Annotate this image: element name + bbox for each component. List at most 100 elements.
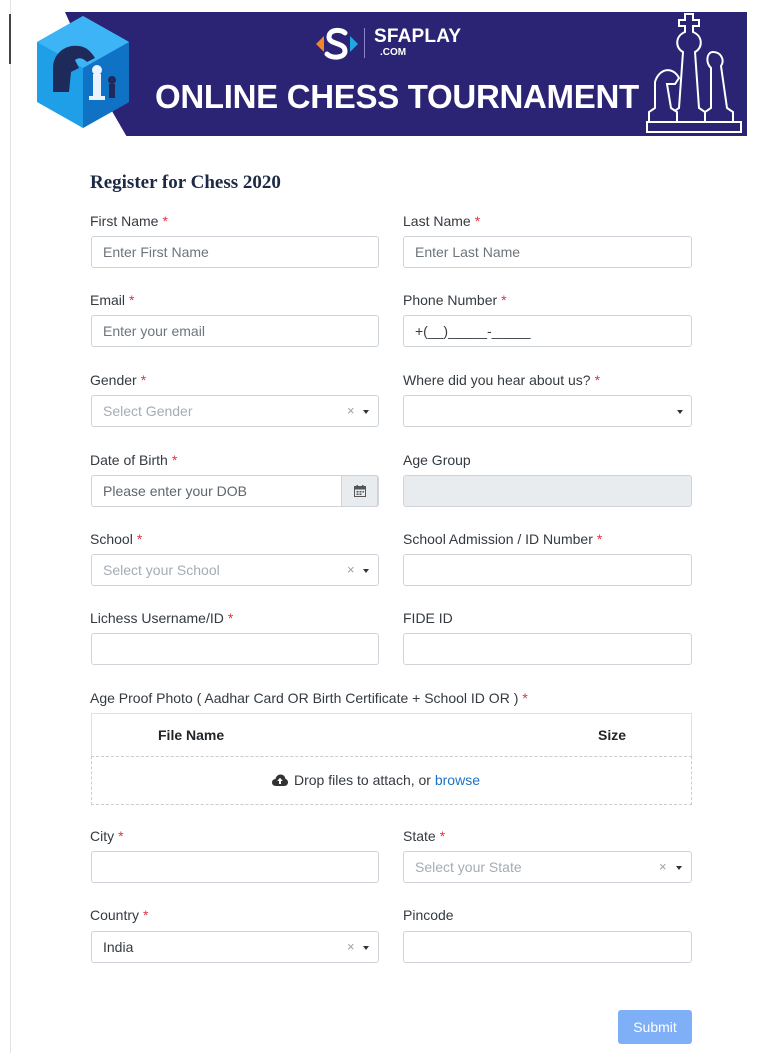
email-label: Email * <box>90 292 134 308</box>
brand-divider <box>364 28 365 58</box>
required-marker: * <box>140 372 147 388</box>
form-title: Register for Chess 2020 <box>90 172 281 193</box>
chevron-down-icon[interactable] <box>676 866 682 870</box>
lichess-label: Lichess Username/ID * <box>90 610 233 626</box>
phone-label-text: Phone Number <box>403 292 498 308</box>
chevron-down-icon[interactable] <box>363 569 369 573</box>
chevron-down-icon[interactable] <box>363 410 369 414</box>
sfaplay-logo-icon <box>316 27 358 60</box>
cloud-upload-icon <box>272 774 288 786</box>
banner-title: ONLINE CHESS TOURNAMENT <box>155 78 639 115</box>
drop-zone-text: Drop files to attach, or <box>294 772 431 788</box>
age-proof-uploader: File Name Size Drop files to attach, or … <box>91 713 692 805</box>
file-name-column: File Name <box>158 727 225 743</box>
age-proof-label-text: Age Proof Photo ( Aadhar Card OR Birth C… <box>90 690 519 706</box>
chevron-down-icon[interactable] <box>677 410 683 414</box>
brand-domain: .COM <box>380 47 407 58</box>
page-left-border <box>10 0 11 1053</box>
school-placeholder: Select your School <box>103 562 220 578</box>
fide-input[interactable] <box>403 633 692 665</box>
browse-link[interactable]: browse <box>435 772 480 788</box>
dob-placeholder: Please enter your DOB <box>103 483 247 499</box>
chess-hexagon-logo <box>37 16 129 128</box>
age-group-label-text: Age Group <box>403 452 471 468</box>
chevron-down-icon[interactable] <box>363 946 369 950</box>
phone-mask: +(__)_____-_____ <box>415 323 531 339</box>
school-label: School * <box>90 531 142 547</box>
pincode-input[interactable] <box>403 931 692 963</box>
file-drop-zone[interactable]: Drop files to attach, or browse <box>91 756 692 805</box>
tournament-banner: SFAPLAY .COM ONLINE CHESS TOURNAMENT <box>35 12 747 136</box>
required-marker: * <box>143 907 149 923</box>
school-id-input[interactable] <box>403 554 692 586</box>
required-marker: * <box>522 690 528 706</box>
drop-zone-message: Drop files to attach, or browse <box>272 772 480 788</box>
city-label: City * <box>90 828 124 844</box>
first-name-input[interactable]: Enter First Name <box>91 236 379 268</box>
fide-label-text: FIDE ID <box>403 610 453 626</box>
lichess-input[interactable] <box>91 633 379 665</box>
calendar-icon <box>354 485 366 497</box>
first-name-placeholder: Enter First Name <box>103 244 209 260</box>
gender-placeholder: Select Gender <box>103 403 193 419</box>
country-label: Country * <box>90 907 148 923</box>
gender-label-text: Gender <box>90 372 137 388</box>
pincode-label-text: Pincode <box>403 907 454 923</box>
school-id-label-text: School Admission / ID Number <box>403 531 593 547</box>
dob-input[interactable]: Please enter your DOB <box>91 475 379 507</box>
dob-label: Date of Birth * <box>90 452 177 468</box>
required-marker: * <box>162 213 168 229</box>
phone-input[interactable]: +(__)_____-_____ <box>403 315 692 347</box>
required-marker: * <box>129 292 135 308</box>
country-select[interactable]: India × <box>91 931 379 963</box>
dob-calendar-button[interactable] <box>341 475 378 507</box>
clear-icon[interactable]: × <box>347 562 355 577</box>
phone-label: Phone Number * <box>403 292 507 308</box>
last-name-label: Last Name * <box>403 213 480 229</box>
hear-about-label-text: Where did you hear about us? <box>403 372 591 388</box>
country-value: India <box>103 939 134 955</box>
file-table-header: File Name Size <box>91 713 692 757</box>
last-name-placeholder: Enter Last Name <box>415 244 521 260</box>
required-marker: * <box>171 452 178 468</box>
chess-pieces-icon <box>646 13 742 133</box>
required-marker: * <box>594 372 601 388</box>
last-name-label-text: Last Name <box>403 213 471 229</box>
hear-about-select[interactable] <box>403 395 692 427</box>
state-select[interactable]: Select your State × <box>403 851 692 883</box>
state-placeholder: Select your State <box>415 859 522 875</box>
brand-name: SFAPLAY <box>374 26 462 47</box>
required-marker: * <box>474 213 481 229</box>
school-id-label: School Admission / ID Number * <box>403 531 602 547</box>
submit-button[interactable]: Submit <box>618 1010 692 1044</box>
school-select[interactable]: Select your School × <box>91 554 379 586</box>
clear-icon[interactable]: × <box>659 859 667 874</box>
first-name-label-text: First Name <box>90 213 159 229</box>
email-label-text: Email <box>90 292 126 308</box>
first-name-label: First Name * <box>90 213 168 229</box>
city-label-text: City <box>90 828 115 844</box>
email-input[interactable]: Enter your email <box>91 315 379 347</box>
required-marker: * <box>501 292 507 308</box>
last-name-input[interactable]: Enter Last Name <box>403 236 692 268</box>
country-label-text: Country <box>90 907 140 923</box>
state-label-text: State <box>403 828 436 844</box>
pincode-label: Pincode <box>403 907 454 923</box>
required-marker: * <box>227 610 234 626</box>
lichess-label-text: Lichess Username/ID <box>90 610 224 626</box>
city-input[interactable] <box>91 851 379 883</box>
email-placeholder: Enter your email <box>103 323 205 339</box>
age-group-input <box>403 475 692 507</box>
required-marker: * <box>118 828 124 844</box>
state-label: State * <box>403 828 445 844</box>
gender-select[interactable]: Select Gender × <box>91 395 379 427</box>
clear-icon[interactable]: × <box>347 939 355 954</box>
page-left-marker <box>9 14 11 64</box>
age-proof-label: Age Proof Photo ( Aadhar Card OR Birth C… <box>90 690 528 706</box>
clear-icon[interactable]: × <box>347 403 355 418</box>
dob-label-text: Date of Birth <box>90 452 168 468</box>
school-label-text: School <box>90 531 133 547</box>
file-size-column: Size <box>598 727 627 743</box>
required-marker: * <box>136 531 143 547</box>
fide-label: FIDE ID <box>403 610 453 626</box>
